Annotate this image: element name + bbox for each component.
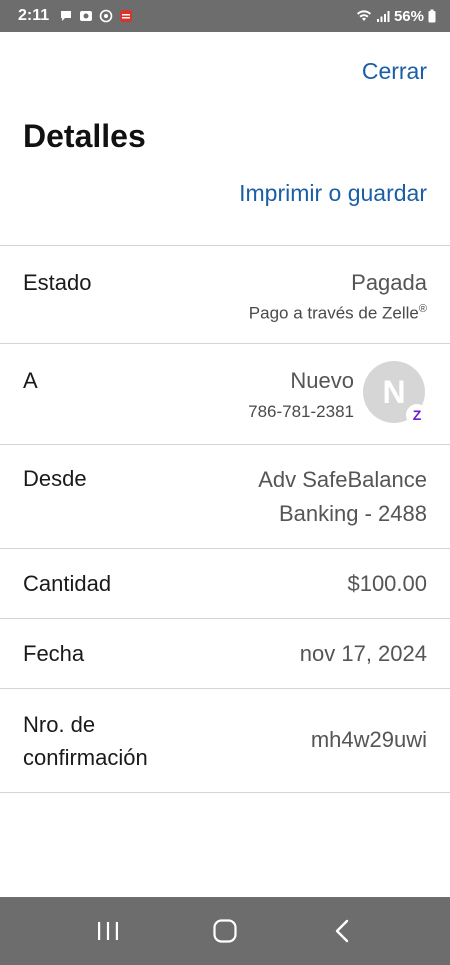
page-title: Detalles <box>23 118 146 154</box>
registered-mark: ® <box>418 303 427 315</box>
back-icon <box>335 919 348 943</box>
signal-icon <box>376 11 390 22</box>
detail-row-recipient: A Nuevo 786-781-2381 N Z <box>0 344 450 445</box>
status-value: Pagada <box>351 270 427 295</box>
status-right: 56% <box>356 8 436 25</box>
zelle-badge-letter: Z <box>412 407 422 423</box>
status-label: Estado <box>23 270 92 295</box>
date-value: nov 17, 2024 <box>299 641 427 666</box>
status-subtext: Pago a través de Zelle® <box>249 303 427 324</box>
detail-row-from: Desde Adv SafeBalance Banking - 2488 <box>0 445 450 549</box>
status-bar: 2:11 56% <box>0 0 450 32</box>
battery-percent: 56% <box>393 7 424 25</box>
compass-icon <box>99 9 113 23</box>
wifi-icon <box>356 10 371 21</box>
amount-label: Cantidad <box>23 571 112 596</box>
zelle-badge-icon: Z <box>406 404 428 426</box>
detail-row-amount: Cantidad $100.00 <box>0 549 450 619</box>
details-list: Estado Pagada Pago a través de Zelle® A … <box>0 245 450 793</box>
from-account-line1: Adv SafeBalance <box>258 467 427 492</box>
confirmation-label-line2: confirmación <box>23 745 148 770</box>
chat-bubble-icon <box>61 11 72 21</box>
amount-value: $100.00 <box>347 571 427 596</box>
detail-row-status: Estado Pagada Pago a través de Zelle® <box>0 246 450 344</box>
notification-icons <box>59 9 133 23</box>
from-account: Adv SafeBalance Banking - 2488 <box>258 463 427 531</box>
confirmation-value: mh4w29uwi <box>310 727 427 752</box>
from-label: Desde <box>23 466 87 491</box>
confirmation-label-line1: Nro. de <box>23 712 96 737</box>
recipient-label: A <box>23 368 38 393</box>
app-notification-icon <box>120 10 133 22</box>
recent-apps-icon <box>98 922 119 940</box>
date-label: Fecha <box>23 641 85 666</box>
avatar-letter: N <box>382 373 406 410</box>
print-or-save-button[interactable]: Imprimir o guardar <box>239 180 427 207</box>
detail-row-confirmation: Nro. de confirmación mh4w29uwi <box>0 689 450 793</box>
recipient-name: Nuevo <box>290 368 354 393</box>
gallery-icon <box>80 11 93 21</box>
status-time: 2:11 <box>18 7 50 24</box>
recipient-phone: 786-781-2381 <box>248 402 354 421</box>
close-button[interactable]: Cerrar <box>362 58 427 85</box>
battery-icon <box>428 9 436 23</box>
home-button[interactable] <box>200 906 250 956</box>
navigation-bar <box>0 897 450 965</box>
confirmation-label: Nro. de confirmación <box>23 708 148 774</box>
detail-row-date: Fecha nov 17, 2024 <box>0 619 450 689</box>
status-subtext-text: Pago a través de Zelle <box>248 303 419 323</box>
from-account-line2: Banking - 2488 <box>279 501 427 526</box>
back-button[interactable] <box>317 906 367 956</box>
recent-apps-button[interactable] <box>83 906 133 956</box>
home-icon <box>213 919 237 943</box>
